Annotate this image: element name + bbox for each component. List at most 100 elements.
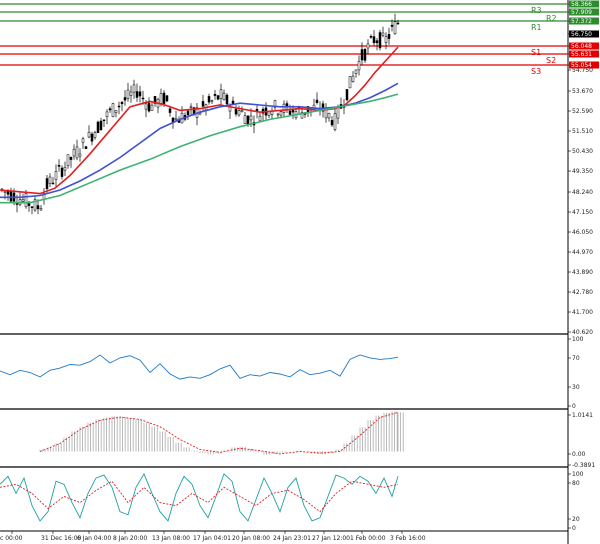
candle-bear bbox=[207, 96, 211, 103]
candle-bear bbox=[186, 110, 190, 116]
time-tick-label: 17 Jan 04:01 bbox=[193, 535, 231, 542]
candle-bull bbox=[240, 110, 244, 113]
price-tick-label: 42.780 bbox=[572, 289, 593, 296]
candle-bear bbox=[117, 105, 121, 108]
price-tick-label: 48.240 bbox=[572, 189, 593, 196]
level-value-r1: 57.372 bbox=[571, 18, 592, 25]
candle-bear bbox=[165, 95, 169, 102]
candle-bear bbox=[372, 36, 376, 44]
candle-bear bbox=[102, 119, 106, 122]
candle-bear bbox=[123, 97, 127, 101]
level-name-s3: S3 bbox=[531, 67, 541, 76]
level-value-s1: 56.048 bbox=[571, 43, 592, 50]
indicator-tick-label: 100 bbox=[572, 336, 584, 343]
candle-bull bbox=[75, 146, 79, 159]
level-name-s1: S1 bbox=[531, 48, 541, 57]
candle-bear bbox=[69, 156, 73, 160]
price-tick-label: 40.620 bbox=[572, 329, 593, 336]
candle-bull bbox=[219, 89, 223, 99]
candle-bear bbox=[30, 206, 34, 208]
price-tick-label: 46.050 bbox=[572, 229, 593, 236]
candle-bear bbox=[60, 167, 64, 177]
candle-bear bbox=[345, 89, 349, 101]
trading-chart[interactable]: 58.36657.909 57.372 56.750 56.04855.631 55.0… bbox=[0, 0, 600, 544]
indicator-tick-label: 70 bbox=[572, 355, 580, 362]
candle-bear bbox=[396, 22, 400, 25]
candle-bear bbox=[138, 91, 142, 97]
level-value-r2: 57.909 bbox=[571, 9, 592, 16]
candle-bear bbox=[6, 191, 10, 195]
candle-bull bbox=[48, 176, 52, 184]
candle-bull bbox=[366, 43, 370, 49]
time-tick-label: 27 Jan 12:00 bbox=[312, 535, 350, 542]
candle-bear bbox=[51, 182, 55, 185]
candle-bull bbox=[78, 153, 82, 157]
candle-bull bbox=[129, 91, 133, 96]
chart-background bbox=[0, 0, 600, 544]
candle-bull bbox=[381, 32, 385, 36]
indicator-tick-label: 30 bbox=[572, 384, 580, 391]
candle-bull bbox=[279, 111, 283, 116]
time-tick-label: 8 Jan 20:00 bbox=[113, 535, 147, 542]
candle-bear bbox=[369, 35, 373, 38]
candle-bear bbox=[330, 120, 334, 126]
candle-bull bbox=[249, 115, 253, 121]
candle-bear bbox=[141, 97, 145, 100]
candle-bull bbox=[384, 36, 388, 43]
candle-bear bbox=[99, 120, 103, 131]
indicator-tick-label: 1.0141 bbox=[572, 412, 593, 419]
candle-bear bbox=[135, 91, 139, 98]
candle-bear bbox=[360, 49, 364, 61]
candle-bull bbox=[159, 93, 163, 104]
candle-bull bbox=[111, 103, 115, 117]
candle-bull bbox=[243, 115, 247, 124]
candle-bull bbox=[87, 131, 91, 138]
candle-bear bbox=[9, 191, 13, 202]
candle-bear bbox=[213, 93, 217, 96]
price-tick-label: 43.890 bbox=[572, 269, 593, 276]
time-tick-label: 31 Dec 16:00 bbox=[41, 535, 82, 542]
candle-bear bbox=[315, 99, 319, 103]
candle-bull bbox=[150, 104, 154, 111]
level-name-r2: R2 bbox=[546, 14, 557, 23]
candle-bear bbox=[120, 101, 124, 105]
candle-bull bbox=[327, 113, 331, 119]
current-price-label: 56.750 bbox=[571, 31, 592, 38]
candle-bull bbox=[189, 106, 193, 108]
level-value-s3: 55.054 bbox=[571, 62, 592, 69]
candle-bear bbox=[390, 24, 394, 27]
price-tick-label: 51.510 bbox=[572, 128, 593, 135]
candle-bear bbox=[234, 108, 238, 115]
candle-bull bbox=[282, 103, 286, 113]
candle-bull bbox=[174, 117, 178, 121]
indicator-tick-label: 0 bbox=[572, 403, 576, 410]
candle-bull bbox=[237, 110, 241, 116]
indicator-tick-label: 80 bbox=[572, 480, 580, 487]
price-tick-label: 41.700 bbox=[572, 309, 593, 316]
candle-bull bbox=[105, 111, 109, 117]
candle-bear bbox=[45, 178, 49, 190]
indicator-tick-label: 0.00 bbox=[572, 451, 586, 458]
candle-bear bbox=[378, 32, 382, 49]
indicator-tick-label: 100 bbox=[572, 471, 584, 478]
price-tick-label: 53.670 bbox=[572, 88, 593, 95]
candle-bull bbox=[39, 208, 43, 211]
candle-bear bbox=[84, 146, 88, 149]
candle-bear bbox=[108, 108, 112, 111]
indicator-tick-label: 20 bbox=[572, 516, 580, 523]
candle-bear bbox=[36, 205, 40, 210]
candle-bull bbox=[126, 89, 130, 99]
price-tick-label: 50.430 bbox=[572, 148, 593, 155]
candle-bull bbox=[63, 166, 67, 171]
candle-bull bbox=[276, 113, 280, 116]
candle-bear bbox=[363, 48, 367, 61]
candle-bull bbox=[24, 193, 28, 208]
time-tick-label: 13 Jan 08:00 bbox=[152, 535, 190, 542]
candle-bull bbox=[54, 171, 58, 180]
candle-bull bbox=[72, 148, 76, 157]
candle-bull bbox=[210, 100, 214, 102]
candle-bear bbox=[255, 109, 259, 112]
candle-bull bbox=[114, 110, 118, 113]
candle-bear bbox=[90, 133, 94, 142]
candle-bull bbox=[348, 76, 352, 89]
